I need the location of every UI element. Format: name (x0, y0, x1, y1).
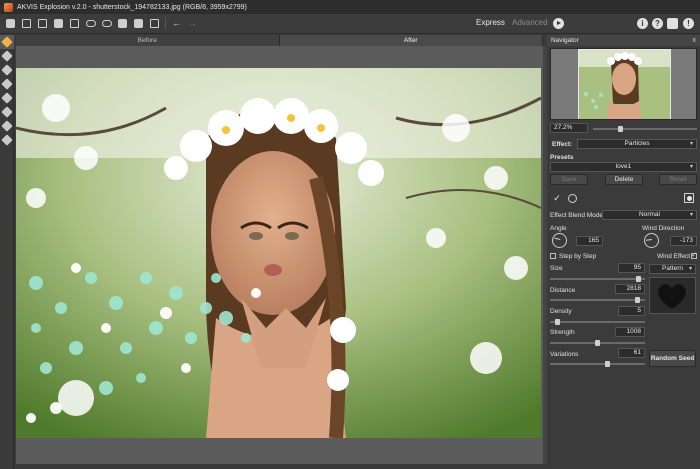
density-field[interactable]: 5 (618, 306, 645, 316)
run-play-icon[interactable] (553, 18, 564, 29)
variations-slider[interactable] (550, 361, 645, 367)
clear-mask-icon[interactable] (132, 17, 145, 30)
strength-slider-handle[interactable] (595, 340, 600, 346)
zoom-field[interactable]: 27.2% (550, 123, 588, 133)
load-preset-icon[interactable] (100, 17, 113, 30)
size-slider[interactable] (550, 276, 645, 282)
effect-dropdown[interactable]: Particles (577, 139, 697, 149)
size-slider-handle[interactable] (636, 276, 641, 282)
lasso-tool-icon[interactable] (0, 49, 14, 63)
texture-tab-icon[interactable] (567, 193, 577, 203)
redo-icon[interactable]: → (186, 17, 199, 30)
wind-effect-label: Wind Effect (657, 253, 691, 260)
save-icon[interactable] (36, 17, 49, 30)
step-by-step-checkbox[interactable] (550, 253, 556, 259)
strength-label: Strength (550, 329, 575, 336)
home-icon[interactable] (4, 17, 17, 30)
mode-advanced-button[interactable]: Advanced (512, 18, 548, 27)
size-field[interactable]: 95 (618, 263, 645, 273)
print-icon[interactable] (52, 17, 65, 30)
reset-preset-button[interactable]: Reset (659, 174, 697, 185)
distance-slider[interactable] (550, 297, 645, 303)
direction-tool-icon[interactable] (0, 91, 14, 105)
image-canvas[interactable] (16, 68, 541, 438)
pattern-preview[interactable] (649, 277, 696, 314)
undo-icon[interactable]: ← (170, 17, 183, 30)
gear-icon[interactable] (667, 18, 678, 29)
presets-label: Presets (550, 154, 574, 161)
blend-mode-dropdown[interactable]: Normal (602, 210, 697, 220)
variations-slider-handle[interactable] (605, 361, 610, 367)
zoom-slider-handle[interactable] (618, 126, 623, 132)
tab-after[interactable]: After (279, 35, 543, 46)
variations-label: Variations (550, 351, 579, 358)
density-slider[interactable] (550, 319, 645, 325)
app-logo-icon (4, 2, 13, 12)
erase-mask-icon[interactable] (116, 17, 129, 30)
color-picker-tool-icon[interactable] (0, 105, 14, 119)
density-slider-handle[interactable] (555, 319, 560, 325)
presets-dropdown[interactable]: love1 (550, 162, 697, 172)
angle-label: Angle (550, 225, 567, 232)
brush-tool-icon[interactable] (0, 35, 14, 49)
delete-preset-button[interactable]: Delete (605, 174, 643, 185)
tab-before[interactable]: Before (16, 35, 280, 46)
settings-panel: Navigator x 27.2% Effect: Particles Pres… (547, 35, 700, 469)
distance-slider-handle[interactable] (635, 297, 640, 303)
size-label: Size (550, 265, 563, 272)
strength-field[interactable]: 1008 (615, 327, 645, 337)
zoom-slider[interactable] (593, 126, 697, 132)
view-tabs: Before After (16, 35, 543, 46)
save-preset-icon[interactable] (84, 17, 97, 30)
eraser-tool-icon[interactable] (0, 63, 14, 77)
heart-pattern-icon (658, 284, 686, 309)
navigator-thumbnail (551, 49, 696, 119)
zoom-tool-icon[interactable] (0, 133, 14, 147)
toolbar: ← → (0, 14, 700, 34)
effect-label: Effect: (552, 141, 573, 148)
help-icon[interactable]: ? (652, 18, 663, 29)
mode-express-button[interactable]: Express (476, 18, 505, 27)
notification-icon[interactable]: ! (683, 18, 694, 29)
portrait-image (16, 68, 541, 438)
navigator-preview[interactable] (550, 48, 697, 120)
bucket-tool-icon[interactable] (0, 77, 14, 91)
window-title: AKVIS Explosion v.2.0 - shutterstock_194… (17, 3, 247, 11)
apply-mask-icon[interactable] (148, 17, 161, 30)
toolbar-divider (165, 17, 166, 30)
tool-palette (0, 35, 14, 469)
variations-field[interactable]: 61 (618, 348, 645, 358)
angle-dial[interactable] (552, 233, 567, 248)
angle-field[interactable]: 165 (576, 236, 603, 246)
navigator-close-icon[interactable]: x (693, 35, 697, 46)
distance-field[interactable]: 2818 (615, 284, 645, 294)
light-tab-icon[interactable] (684, 193, 694, 203)
hand-tool-icon[interactable] (0, 119, 14, 133)
share-icon[interactable] (68, 17, 81, 30)
density-label: Density (550, 308, 572, 315)
step-by-step-label: Step by Step (559, 253, 597, 260)
title-bar: AKVIS Explosion v.2.0 - shutterstock_194… (0, 0, 700, 14)
navigator-title: Navigator (547, 35, 700, 46)
random-seed-button[interactable]: Random Seed (649, 350, 696, 367)
wind-direction-field[interactable]: -173 (670, 236, 697, 246)
brush-tab-icon[interactable]: ✓ (552, 193, 562, 203)
strength-slider[interactable] (550, 340, 645, 346)
wind-effect-checkbox[interactable] (691, 251, 697, 259)
blend-mode-label: Effect Blend Mode (550, 212, 603, 219)
wind-direction-label: Wind Direction (642, 225, 685, 232)
open-icon[interactable] (20, 17, 33, 30)
pattern-dropdown[interactable]: Pattern (649, 264, 696, 274)
save-preset-button[interactable]: Save (550, 174, 588, 185)
distance-label: Distance (550, 287, 576, 294)
info-icon[interactable]: i (637, 18, 648, 29)
wind-direction-dial[interactable] (644, 233, 659, 248)
